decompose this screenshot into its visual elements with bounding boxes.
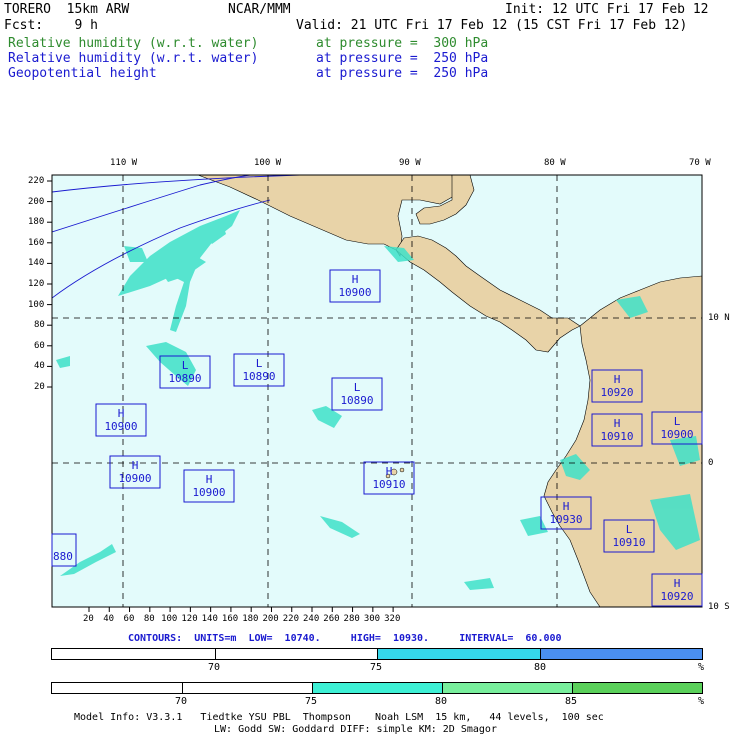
y-tick-label: 120 xyxy=(28,279,45,289)
colorbar-segment xyxy=(312,683,442,693)
y-tick-label: 40 xyxy=(34,361,45,372)
weather-map: H10900L10890L10890L10890H10900H10900 H109… xyxy=(47,174,703,612)
x-tick-label: 140 xyxy=(201,614,218,624)
x-tick-label: 120 xyxy=(181,614,198,624)
colorbar1-label-80: 80 xyxy=(534,662,547,673)
lon-label-80w: 80 W xyxy=(544,158,566,168)
pressure-center-value: 880 xyxy=(53,550,73,563)
colorbar-divider xyxy=(539,649,541,659)
x-tick-label: 280 xyxy=(343,614,360,624)
pressure-center-type: L xyxy=(626,523,633,536)
colorbar-divider xyxy=(214,649,216,659)
pressure-center-value: 10900 xyxy=(660,428,693,441)
pressure-center-type: H xyxy=(132,459,139,472)
lat-label-10n: 10 N xyxy=(708,313,730,323)
colorbar1-label-70: 70 xyxy=(208,662,221,673)
colorbar-segment xyxy=(442,683,572,693)
pressure-center-type: H xyxy=(614,417,621,430)
colorbar-divider xyxy=(442,683,443,693)
x-tick-label: 300 xyxy=(363,614,381,624)
colorbar2-label-75: 75 xyxy=(305,696,318,707)
x-tick-label: 260 xyxy=(323,614,340,624)
pressure-center-value: 10890 xyxy=(340,394,373,407)
pressure-center-value: 10890 xyxy=(168,372,201,385)
y-tick-label: 140 xyxy=(28,258,45,269)
lat-label-0: 0 xyxy=(708,458,714,468)
colorbar-divider xyxy=(312,683,313,693)
colorbar2-label-pct: % xyxy=(698,696,705,707)
lon-label-90w: 90 W xyxy=(399,158,421,168)
colorbar1-label-75: 75 xyxy=(370,662,383,673)
contours-interval: INTERVAL= 60.000 xyxy=(459,633,562,644)
contours-high: HIGH= 10930. xyxy=(350,633,430,644)
colorbar-rh-300 xyxy=(51,682,703,694)
x-tick-label: 220 xyxy=(282,614,299,624)
x-tick-label: 180 xyxy=(242,614,259,624)
pressure-center-value: 10930 xyxy=(549,513,582,526)
colorbar-rh-250 xyxy=(51,648,703,660)
colorbar-segment xyxy=(539,649,702,659)
model-info-line1: Model Info: V3.3.1 Tiedtke YSU PBL Thomp… xyxy=(74,712,604,723)
pressure-center-value: 10910 xyxy=(372,478,405,491)
colorbar2-label-80: 80 xyxy=(435,696,448,707)
galapagos-island xyxy=(399,467,405,473)
pressure-center-type: L xyxy=(674,415,681,428)
pressure-center-value: 10900 xyxy=(104,420,137,433)
colorbar-divider xyxy=(377,649,378,659)
x-tick-label: 20 xyxy=(83,614,94,624)
y-tick-label: 80 xyxy=(34,320,45,331)
y-tick-label: 20 xyxy=(34,382,45,392)
x-tick-label: 60 xyxy=(123,614,135,624)
x-tick-label: 160 xyxy=(221,614,239,624)
lon-label-100w: 100 W xyxy=(254,158,282,168)
pressure-center-type: H xyxy=(674,577,681,590)
x-tick-label: 200 xyxy=(262,614,279,624)
y-tick-label: 60 xyxy=(34,340,45,351)
x-tick-label: 100 xyxy=(161,614,178,624)
pressure-center-type: H xyxy=(206,473,213,486)
pressure-center-value: 10910 xyxy=(600,430,633,443)
pressure-center-value: 10920 xyxy=(600,386,633,399)
x-tick-label: 240 xyxy=(303,614,320,624)
y-tick-label: 180 xyxy=(28,217,45,228)
pressure-center-value: 10900 xyxy=(118,472,151,485)
x-tick-label: 320 xyxy=(384,614,401,624)
pressure-center-value: 10920 xyxy=(660,590,693,603)
pressure-center-type: H xyxy=(614,373,621,386)
colorbar2-label-85: 85 xyxy=(565,696,578,707)
colorbar-segment xyxy=(377,649,540,659)
lat-label-10s: 10 S xyxy=(708,602,730,612)
y-tick-label: 220 xyxy=(28,176,45,186)
colorbar-divider xyxy=(182,683,183,693)
lon-label-70w: 70 W xyxy=(689,158,711,168)
pressure-center-value: 10900 xyxy=(192,486,225,499)
contours-label: CONTOURS: xyxy=(128,633,183,644)
pressure-center-type: H xyxy=(563,500,570,513)
colorbar1-label-pct: % xyxy=(698,662,705,673)
x-tick-label: 80 xyxy=(143,614,155,624)
pressure-center-value: 10890 xyxy=(242,370,275,383)
y-tick-label: 100 xyxy=(28,299,45,310)
pressure-center-value: 10900 xyxy=(338,286,371,299)
contours-low: LOW= 10740. xyxy=(248,633,321,644)
colorbar-segment xyxy=(572,683,702,693)
pressure-center-type: H xyxy=(118,407,125,420)
colorbar-divider xyxy=(572,683,573,693)
colorbar2-label-70: 70 xyxy=(175,696,188,707)
pressure-center-value: 10910 xyxy=(612,536,645,549)
contours-units: UNITS=m xyxy=(194,633,237,644)
lon-label-110w: 110 W xyxy=(110,158,138,168)
contours-info: CONTOURS: UNITS=m LOW= 10740. HIGH= 1093… xyxy=(128,633,562,645)
pressure-center-type: L xyxy=(256,357,263,370)
pressure-center-type: H xyxy=(386,465,393,478)
pressure-center-type: L xyxy=(354,381,361,394)
y-tick-label: 160 xyxy=(28,237,45,248)
model-info-line2: LW: Godd SW: Goddard DIFF: simple KM: 2D… xyxy=(214,724,497,735)
x-tick-label: 40 xyxy=(103,614,115,624)
pressure-center-type: H xyxy=(352,273,359,286)
y-tick-label: 200 xyxy=(28,196,45,207)
pressure-center-type: L xyxy=(182,359,189,372)
